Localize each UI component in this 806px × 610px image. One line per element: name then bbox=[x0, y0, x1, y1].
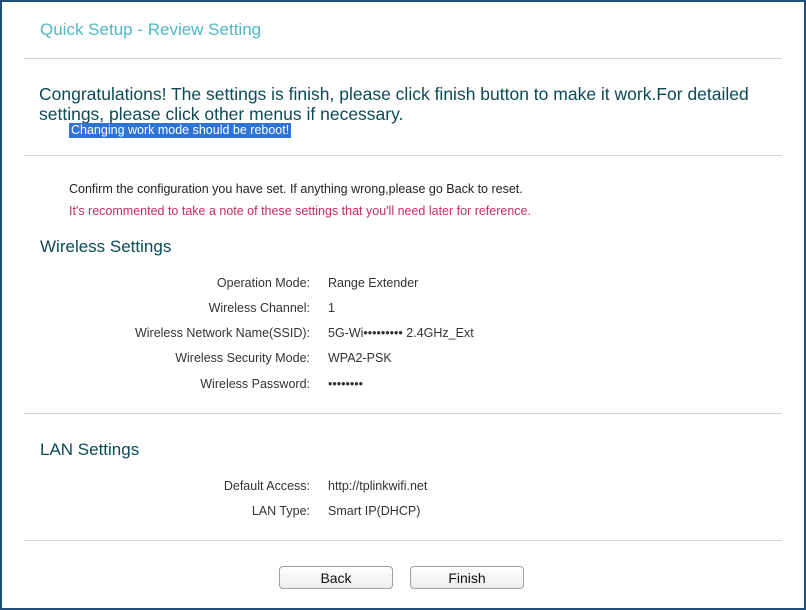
lan-settings-heading: LAN Settings bbox=[40, 440, 140, 459]
divider bbox=[24, 155, 782, 156]
setting-label: Wireless Security Mode: bbox=[175, 351, 310, 365]
reboot-notice: Changing work mode should be reboot! bbox=[69, 123, 292, 138]
setting-row-default-access: Default Access: http://tplinkwifi.net bbox=[2, 479, 802, 499]
wireless-settings-heading: Wireless Settings bbox=[40, 237, 172, 256]
setting-row-lan-type: LAN Type: Smart IP(DHCP) bbox=[2, 504, 802, 524]
setting-row-wireless-channel: Wireless Channel: 1 bbox=[2, 301, 802, 321]
setting-label: Wireless Password: bbox=[200, 377, 310, 391]
setting-label: Operation Mode: bbox=[216, 276, 310, 290]
setting-row-wireless-password: Wireless Password: •••••••• bbox=[2, 377, 802, 397]
back-button[interactable]: Back bbox=[279, 566, 393, 589]
setting-value: 5G-Wi••••••••• 2.4GHz_Ext bbox=[328, 326, 474, 340]
divider bbox=[24, 58, 782, 59]
setting-label: Wireless Channel: bbox=[208, 301, 310, 315]
setting-label: LAN Type: bbox=[251, 504, 310, 518]
setting-value: WPA2-PSK bbox=[328, 351, 392, 365]
setting-label: Default Access: bbox=[223, 479, 310, 493]
setting-value: Smart IP(DHCP) bbox=[328, 504, 421, 518]
divider bbox=[24, 540, 782, 541]
finish-button[interactable]: Finish bbox=[410, 566, 524, 589]
note-recommendation: It's recommented to take a note of these… bbox=[69, 204, 531, 218]
setting-value: Range Extender bbox=[328, 276, 419, 290]
congratulations-message: Congratulations! The settings is finish,… bbox=[39, 84, 749, 124]
setting-label: Wireless Network Name(SSID): bbox=[134, 326, 310, 340]
setting-row-ssid: Wireless Network Name(SSID): 5G-Wi••••••… bbox=[2, 326, 802, 346]
setting-value: 1 bbox=[328, 301, 335, 315]
setting-row-operation-mode: Operation Mode: Range Extender bbox=[2, 276, 802, 296]
setting-row-security-mode: Wireless Security Mode: WPA2-PSK bbox=[2, 351, 802, 371]
setting-value: http://tplinkwifi.net bbox=[328, 479, 428, 493]
confirm-instruction: Confirm the configuration you have set. … bbox=[69, 182, 523, 196]
setting-value: •••••••• bbox=[328, 377, 364, 391]
quick-setup-panel: Quick Setup - Review Setting Congratulat… bbox=[0, 0, 806, 610]
page-title: Quick Setup - Review Setting bbox=[40, 20, 262, 39]
divider bbox=[24, 413, 782, 414]
